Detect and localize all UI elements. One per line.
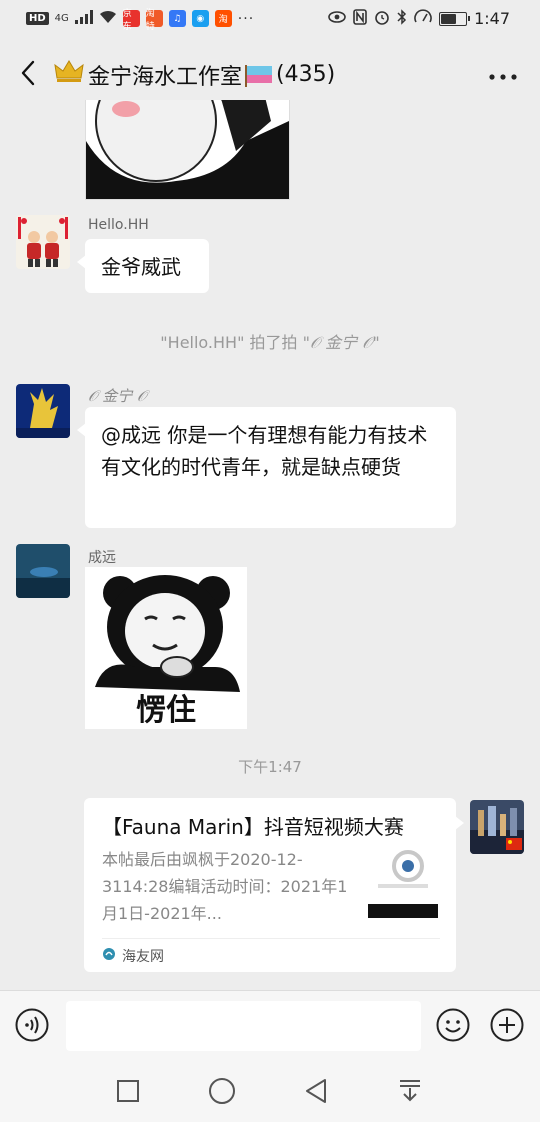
emoji-button[interactable]	[436, 1008, 470, 1042]
more-functions-button[interactable]	[490, 1008, 524, 1042]
meme-caption: 愣住	[136, 693, 196, 728]
jd-app-icon: 京东	[122, 9, 140, 32]
plus-icon	[490, 1008, 524, 1042]
message-input[interactable]	[66, 1001, 421, 1051]
crown-icon	[54, 58, 84, 91]
sender-name: Hello.HH	[88, 217, 149, 233]
notification-pull-button[interactable]	[395, 1076, 425, 1106]
pat-notice-end: "	[372, 333, 380, 352]
alarm-icon	[374, 9, 390, 28]
back-button[interactable]	[14, 58, 44, 88]
more-dots-icon	[489, 74, 517, 80]
pat-notice-text: "Hello.HH" 拍了拍 "	[160, 333, 310, 352]
taobao-app-icon: 淘	[214, 10, 232, 27]
link-card-title: 【Fauna Marin】抖音短视频大赛	[102, 815, 404, 839]
message-bubble[interactable]: @成远 你是一个有理想有能力有技术有文化的时代青年，就是缺点硬货	[77, 407, 456, 528]
network-type: 4G	[54, 13, 69, 24]
qq-app-icon: ◉	[191, 10, 209, 27]
triangle-back-icon	[306, 1079, 326, 1103]
group-title: 金宁海水工作室	[88, 64, 243, 90]
link-card-thumbnail	[368, 848, 438, 918]
smiley-icon	[436, 1008, 470, 1042]
status-bar: HD 4G 京东 淘特 ♫ ◉ 淘 ··· 1:47	[0, 0, 540, 40]
input-bar	[0, 990, 540, 1059]
signal-icon	[74, 10, 93, 27]
system-nav-bar	[0, 1058, 540, 1122]
voice-input-button[interactable]	[15, 1008, 49, 1042]
avatar-chengyuan[interactable]	[16, 544, 70, 598]
chat-header: 金宁海水工作室 (435)	[0, 48, 540, 100]
meme-image[interactable]: 愣住	[85, 567, 247, 729]
wifi-icon	[99, 10, 117, 27]
more-notifications-icon: ···	[237, 10, 255, 27]
link-card-description: 本帖最后由飒枫于2020-12-3114:28编辑活动时间：2021年1月1日-…	[102, 850, 348, 923]
avatar-me[interactable]	[470, 800, 524, 854]
link-card-source: 海友网	[102, 946, 164, 966]
timestamp: 下午1:47	[238, 758, 302, 776]
battery-icon	[439, 11, 471, 26]
speed-icon	[414, 9, 432, 28]
sender-name: 成远	[88, 550, 116, 566]
more-options-button[interactable]	[488, 62, 518, 86]
source-name: 海友网	[122, 949, 164, 965]
chat-message-list[interactable]: Hello.HH 金爷威武 "Hello.HH" 拍了拍 "𝒪 金宁 𝒪" 𝒪 …	[0, 100, 540, 990]
voice-icon	[15, 1008, 49, 1042]
home-button[interactable]	[207, 1076, 237, 1106]
avatar-hello-hh[interactable]	[16, 215, 70, 269]
taote-app-icon: 淘特	[145, 9, 163, 32]
link-card[interactable]: 【Fauna Marin】抖音短视频大赛 本帖最后由飒枫于2020-12-311…	[84, 798, 464, 972]
pat-notice: "Hello.HH" 拍了拍 "𝒪 金宁 𝒪"	[0, 329, 540, 353]
square-icon	[117, 1080, 139, 1102]
pull-down-icon	[400, 1080, 420, 1102]
clock: 1:47	[474, 9, 510, 28]
circle-icon	[209, 1078, 235, 1104]
music-app-icon: ♫	[168, 10, 186, 27]
sender-name: 𝒪 金宁 𝒪	[88, 387, 147, 405]
bluetooth-icon	[397, 9, 407, 28]
flag-emoji-icon	[244, 64, 274, 87]
hd-indicator: HD	[26, 12, 49, 25]
member-count: (435)	[276, 62, 336, 87]
back-nav-button[interactable]	[301, 1076, 331, 1106]
pat-notice-nick: 𝒪 金宁 𝒪	[309, 333, 373, 352]
avatar-jinning[interactable]	[16, 384, 70, 438]
message-bubble[interactable]: 金爷威武	[77, 239, 209, 293]
meme-image-partial[interactable]	[85, 100, 290, 200]
back-arrow-icon	[21, 60, 35, 86]
source-logo-icon	[102, 947, 116, 965]
recents-button[interactable]	[113, 1076, 143, 1106]
nfc-icon	[353, 9, 367, 28]
eye-icon	[328, 10, 346, 27]
link-card-divider	[102, 938, 440, 939]
